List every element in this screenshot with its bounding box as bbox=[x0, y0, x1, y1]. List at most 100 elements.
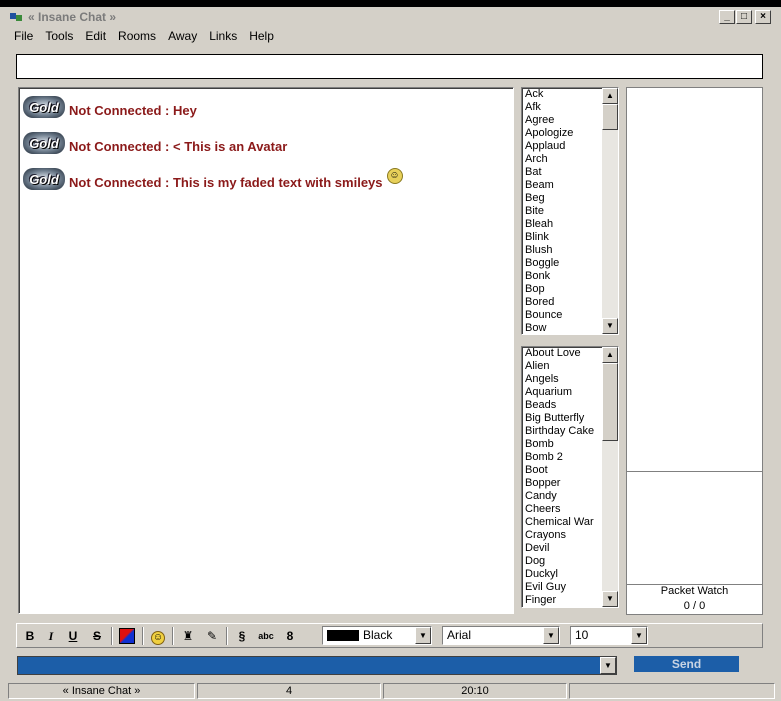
menu-away[interactable]: Away bbox=[162, 29, 203, 43]
avatar-list-item[interactable]: Candy bbox=[525, 490, 594, 503]
title-bar[interactable]: « Insane Chat » _ □ × bbox=[8, 7, 775, 27]
avatar: Gold bbox=[23, 168, 65, 190]
action-list-item[interactable]: Afk bbox=[525, 101, 573, 114]
scroll-thumb[interactable] bbox=[602, 104, 618, 130]
action-list-item[interactable]: Bop bbox=[525, 283, 573, 296]
caret-icon[interactable]: 8 bbox=[280, 627, 300, 645]
section-symbol-button[interactable]: § bbox=[232, 627, 252, 645]
action-list-item[interactable]: Bow bbox=[525, 322, 573, 334]
avatar-list-item[interactable]: Bomb 2 bbox=[525, 451, 594, 464]
chat-message: Gold Not Connected : < This is an Avatar bbox=[23, 132, 287, 154]
microphone-icon[interactable]: ✎ bbox=[202, 627, 222, 645]
action-list-item[interactable]: Blink bbox=[525, 231, 573, 244]
message-input[interactable]: ▼ bbox=[17, 656, 617, 675]
scroll-up-icon[interactable]: ▲ bbox=[602, 88, 618, 104]
avatar-list-item[interactable]: Chemical War bbox=[525, 516, 594, 529]
avatar-list-item[interactable]: Devil bbox=[525, 542, 594, 555]
italic-button[interactable]: I bbox=[41, 627, 61, 645]
smiley-button[interactable]: ☺ bbox=[148, 627, 168, 645]
chat-message: Gold Not Connected : This is my faded te… bbox=[23, 168, 403, 190]
action-list-item[interactable]: Bounce bbox=[525, 309, 573, 322]
font-select[interactable]: Arial ▼ bbox=[442, 626, 560, 645]
action-list-item[interactable]: Bite bbox=[525, 205, 573, 218]
menu-file[interactable]: File bbox=[8, 29, 39, 43]
avatar-list-item[interactable]: Boot bbox=[525, 464, 594, 477]
avatar-list-item[interactable]: Crayons bbox=[525, 529, 594, 542]
action-list-item[interactable]: Ack bbox=[525, 88, 573, 101]
avatar-list-item[interactable]: Birthday Cake bbox=[525, 425, 594, 438]
scroll-up-icon[interactable]: ▲ bbox=[602, 347, 618, 363]
menu-help[interactable]: Help bbox=[243, 29, 280, 43]
chat-message: Gold Not Connected : Hey bbox=[23, 96, 197, 118]
avatar-list-item[interactable]: Aquarium bbox=[525, 386, 594, 399]
avatar: Gold bbox=[23, 96, 65, 118]
status-bar: « Insane Chat » 4 20:10 bbox=[8, 683, 775, 699]
avatar-list-item[interactable]: Dog bbox=[525, 555, 594, 568]
action-list-item[interactable]: Agree bbox=[525, 114, 573, 127]
avatars-listbox[interactable]: About Love Alien Angels Aquarium Beads Big Bu… bbox=[521, 346, 619, 608]
user-panel: Packet Watch 0 / 0 bbox=[626, 87, 763, 615]
chevron-down-icon[interactable]: ▼ bbox=[600, 657, 616, 674]
scroll-thumb[interactable] bbox=[602, 363, 618, 441]
action-list-item[interactable]: Blush bbox=[525, 244, 573, 257]
size-select-value: 10 bbox=[575, 628, 589, 642]
avatar-list-item[interactable]: Angels bbox=[525, 373, 594, 386]
avatar-list-item[interactable]: Finger bbox=[525, 594, 594, 607]
avatar-list-item[interactable]: Big Butterfly bbox=[525, 412, 594, 425]
action-list-item[interactable]: Bat bbox=[525, 166, 573, 179]
avatar-list-item[interactable]: Bopper bbox=[525, 477, 594, 490]
maximize-button[interactable]: □ bbox=[736, 10, 752, 24]
avatar-list-item[interactable]: Cheers bbox=[525, 503, 594, 516]
underline-button[interactable]: U bbox=[63, 627, 83, 645]
menu-bar: File Tools Edit Rooms Away Links Help bbox=[8, 27, 280, 45]
abc-icon[interactable]: abc bbox=[256, 627, 276, 645]
action-list-item[interactable]: Beam bbox=[525, 179, 573, 192]
window-title: « Insane Chat » bbox=[28, 10, 117, 24]
message-text: Not Connected : < This is an Avatar bbox=[69, 140, 287, 154]
color-picker-button[interactable] bbox=[117, 627, 137, 645]
action-list-item[interactable]: Boggle bbox=[525, 257, 573, 270]
message-text: Not Connected : Hey bbox=[69, 103, 197, 118]
color-swatch bbox=[327, 630, 359, 642]
actions-scrollbar[interactable]: ▲ ▼ bbox=[602, 88, 618, 334]
status-time: 20:10 bbox=[383, 683, 567, 699]
menu-rooms[interactable]: Rooms bbox=[112, 29, 162, 43]
avatar-list-item[interactable]: Beads bbox=[525, 399, 594, 412]
menu-links[interactable]: Links bbox=[203, 29, 243, 43]
avatar-list-item[interactable]: Bomb bbox=[525, 438, 594, 451]
bold-button[interactable]: B bbox=[20, 627, 40, 645]
avatar-list-item[interactable]: Duckyl bbox=[525, 568, 594, 581]
action-list-item[interactable]: Beg bbox=[525, 192, 573, 205]
color-select[interactable]: Black ▼ bbox=[322, 626, 432, 645]
action-list-item[interactable]: Arch bbox=[525, 153, 573, 166]
separator bbox=[172, 627, 174, 645]
strikethrough-button[interactable]: S bbox=[87, 627, 107, 645]
scroll-down-icon[interactable]: ▼ bbox=[602, 318, 618, 334]
size-select[interactable]: 10 ▼ bbox=[570, 626, 648, 645]
smiley-icon: ☺ bbox=[386, 168, 403, 184]
avatar-list-item[interactable]: Alien bbox=[525, 360, 594, 373]
avatar-list-item[interactable]: About Love bbox=[525, 347, 594, 360]
close-button[interactable]: × bbox=[755, 10, 771, 24]
chevron-down-icon[interactable]: ▼ bbox=[543, 627, 559, 644]
menu-edit[interactable]: Edit bbox=[79, 29, 112, 43]
font-select-value: Arial bbox=[447, 628, 472, 642]
message-text: Not Connected : This is my faded text wi… bbox=[69, 175, 383, 190]
avatars-scrollbar[interactable]: ▲ ▼ bbox=[602, 347, 618, 607]
action-list-item[interactable]: Bonk bbox=[525, 270, 573, 283]
bell-icon[interactable]: ♜ bbox=[178, 627, 198, 645]
action-list-item[interactable]: Applaud bbox=[525, 140, 573, 153]
chevron-down-icon[interactable]: ▼ bbox=[631, 627, 647, 644]
action-list-item[interactable]: Apologize bbox=[525, 127, 573, 140]
avatar-list-item[interactable]: Evil Guy bbox=[525, 581, 594, 594]
send-button[interactable]: Send bbox=[634, 656, 739, 672]
actions-listbox[interactable]: Ack Afk Agree Apologize Applaud Arch Bat Beam Be… bbox=[521, 87, 619, 335]
action-list-item[interactable]: Bleah bbox=[525, 218, 573, 231]
top-input[interactable] bbox=[16, 54, 763, 79]
minimize-button[interactable]: _ bbox=[719, 10, 735, 24]
separator bbox=[226, 627, 228, 645]
menu-tools[interactable]: Tools bbox=[39, 29, 79, 43]
chevron-down-icon[interactable]: ▼ bbox=[415, 627, 431, 644]
scroll-down-icon[interactable]: ▼ bbox=[602, 591, 618, 607]
action-list-item[interactable]: Bored bbox=[525, 296, 573, 309]
